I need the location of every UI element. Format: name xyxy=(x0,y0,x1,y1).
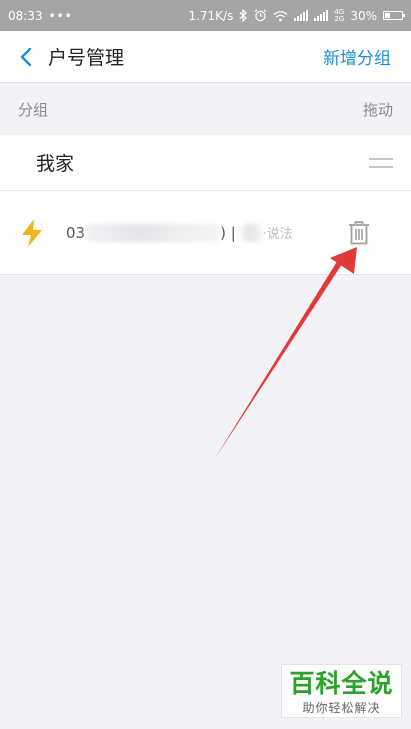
battery-percent: 30% xyxy=(350,8,377,23)
page-title: 户号管理 xyxy=(48,47,125,69)
add-group-button[interactable]: 新增分组 xyxy=(323,44,391,69)
status-right: 1.71K/s 4G 2G 30% xyxy=(188,7,405,23)
redacted-account-id xyxy=(85,224,221,243)
battery-icon xyxy=(383,11,405,20)
status-dots: ••• xyxy=(48,8,73,23)
nav-bar: 户号管理 新增分组 xyxy=(0,31,411,83)
trash-icon xyxy=(349,221,369,245)
signal-4g-icon xyxy=(314,10,329,21)
status-bar: 08:33 ••• 1.71K/s 4G 2G 30% xyxy=(0,0,411,31)
watermark-title: 百科全说 xyxy=(289,669,394,698)
watermark-logo: 百科全说 助你轻松解决 xyxy=(281,664,402,718)
alarm-icon xyxy=(254,9,267,22)
group-row[interactable]: 我家 xyxy=(0,135,411,191)
drag-column-label: 拖动 xyxy=(362,100,393,119)
delete-button[interactable] xyxy=(345,219,373,247)
lightning-icon xyxy=(20,217,46,249)
group-name: 我家 xyxy=(36,153,75,175)
chevron-left-icon xyxy=(20,47,32,66)
account-separator: | xyxy=(230,223,236,242)
account-name-tail: ·说法 xyxy=(262,226,293,242)
group-column-label: 分组 xyxy=(18,100,49,119)
bluetooth-icon xyxy=(239,9,248,22)
wifi-icon xyxy=(273,10,288,22)
watermark-subtitle: 助你轻松解决 xyxy=(302,701,381,715)
drag-handle-icon[interactable] xyxy=(369,157,393,168)
back-button[interactable] xyxy=(6,31,46,83)
signal-icon xyxy=(294,10,309,21)
account-id-suffix: ) xyxy=(220,223,226,242)
network-type: 4G 2G xyxy=(334,7,345,23)
account-id-prefix: 03 xyxy=(66,223,86,242)
network-speed: 1.71K/s xyxy=(188,8,234,23)
account-row[interactable]: 03) | ·说法 xyxy=(0,191,411,275)
account-info: 03) | ·说法 xyxy=(66,223,293,243)
redacted-account-name xyxy=(240,224,263,243)
status-time: 08:33 xyxy=(8,8,43,23)
section-header: 分组 拖动 xyxy=(0,83,411,135)
